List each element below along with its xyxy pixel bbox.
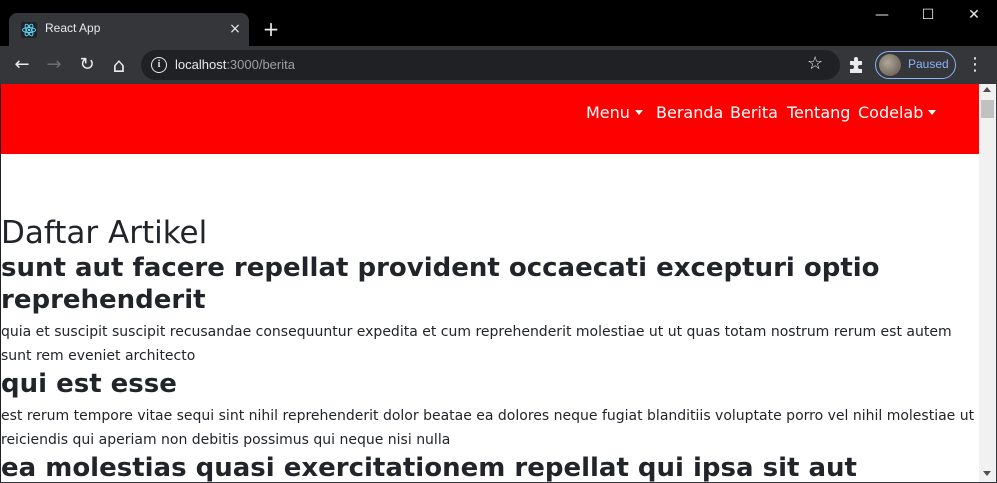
avatar <box>879 54 901 76</box>
nav-codelab-dropdown[interactable]: Codelab <box>858 103 937 122</box>
bookmark-star-icon[interactable]: ☆ <box>807 53 823 74</box>
nav-tentang[interactable]: Tentang <box>787 103 850 122</box>
forward-button[interactable]: → <box>40 51 68 79</box>
browser-toolbar: ← → ↻ ⌂ i localhost:3000/berita ☆ Paused… <box>0 46 997 84</box>
back-button[interactable]: ← <box>8 51 36 79</box>
tab-strip: React App × + — ☐ ✕ <box>0 0 997 46</box>
site-navbar: Menu Beranda Berita Tentang Codelab <box>1 84 979 154</box>
vertical-scrollbar[interactable] <box>979 84 996 482</box>
home-button[interactable]: ⌂ <box>105 51 133 79</box>
scroll-down-arrow-icon[interactable] <box>983 471 991 476</box>
nav-beranda[interactable]: Beranda <box>656 103 723 122</box>
tab-close-icon[interactable]: × <box>225 19 245 39</box>
caret-down-icon <box>634 110 643 115</box>
article-list: Daftar Artikel sunt aut facere repellat … <box>1 214 979 482</box>
nav-berita[interactable]: Berita <box>730 103 778 122</box>
address-bar[interactable]: i localhost:3000/berita ☆ <box>141 50 840 80</box>
nav-menu-dropdown[interactable]: Menu <box>586 103 643 122</box>
browser-menu-icon[interactable]: ⋮ <box>965 54 985 75</box>
article-body: quia et suscipit suscipit recusandae con… <box>1 324 952 364</box>
article-title: ea molestias quasi exercitationem repell… <box>1 453 857 482</box>
close-window-button[interactable]: ✕ <box>951 0 997 30</box>
page-viewport: Menu Beranda Berita Tentang Codelab Daft… <box>1 84 979 482</box>
profile-status: Paused <box>908 57 949 71</box>
site-info-icon[interactable]: i <box>151 57 167 73</box>
scrollbar-thumb[interactable] <box>981 100 994 118</box>
scroll-up-arrow-icon[interactable] <box>983 87 991 92</box>
new-tab-button[interactable]: + <box>258 17 284 43</box>
maximize-button[interactable]: ☐ <box>905 0 951 30</box>
caret-down-icon <box>928 110 937 115</box>
reload-button[interactable]: ↻ <box>73 51 101 79</box>
extensions-puzzle-icon[interactable] <box>846 55 866 75</box>
page-title: Daftar Artikel <box>1 215 208 251</box>
tab-title: React App <box>45 21 101 35</box>
profile-button[interactable]: Paused <box>875 51 956 79</box>
browser-tab[interactable]: React App × <box>9 13 249 46</box>
article-title: qui est esse <box>1 369 177 399</box>
article-body: est rerum tempore vitae sequi sint nihil… <box>1 408 975 448</box>
minimize-button[interactable]: — <box>859 0 905 30</box>
article-title: sunt aut facere repellat provident occae… <box>1 253 880 315</box>
react-logo-icon <box>21 22 37 38</box>
url-text[interactable]: localhost:3000/berita <box>175 57 295 72</box>
